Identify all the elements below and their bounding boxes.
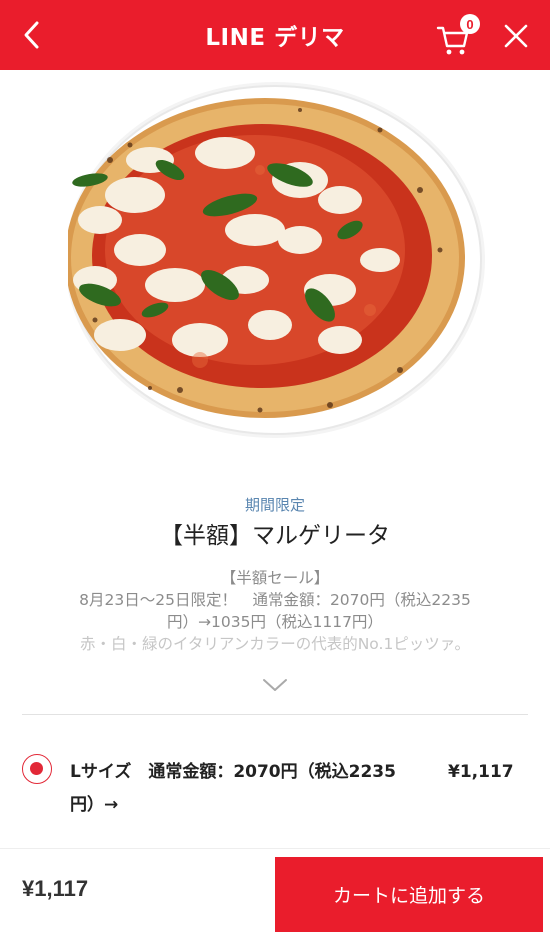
back-button[interactable]: [14, 17, 50, 53]
radio-selected-dot: [30, 762, 43, 775]
size-option-l[interactable]: Lサイズ 通常金額：2070円（税込2235 円）→ ¥1,117: [0, 740, 550, 830]
product-image: [0, 70, 550, 470]
desc-line: 赤・白・緑のイタリアンカラーの代表的No.1ピッツァ。: [79, 635, 471, 653]
size-option-price: ¥1,117: [448, 762, 514, 782]
app-header: LINE デリマ 0: [0, 0, 550, 70]
chevron-down-icon: [263, 679, 287, 691]
total-price: ¥1,117: [22, 876, 89, 901]
brand-logo: LINE デリマ: [205, 25, 345, 51]
cart-button[interactable]: 0: [436, 14, 484, 58]
chevron-left-icon: [24, 21, 39, 49]
limited-badge: 期間限定: [244, 496, 305, 514]
desc-line: 円）→1035円（税込1117円）: [167, 613, 383, 631]
footer-divider: [0, 848, 550, 849]
add-to-cart-button[interactable]: カートに追加する: [275, 857, 543, 932]
close-button[interactable]: [497, 17, 535, 55]
desc-line: 8月23日〜25日限定！ 通常金額：2070円（税込2235: [79, 591, 471, 609]
divider: [22, 714, 528, 715]
desc-line: 【半額セール】: [220, 569, 330, 587]
expand-description-button[interactable]: [261, 676, 289, 694]
close-icon: [504, 24, 528, 48]
product-title: 【半額】マルゲリータ: [160, 523, 390, 549]
size-option-label: Lサイズ 通常金額：2070円（税込2235 円）→: [70, 756, 440, 822]
cart-count-badge: 0: [460, 14, 480, 34]
size-radio[interactable]: [22, 754, 52, 784]
product-description: 【半額セール】 8月23日〜25日限定！ 通常金額：2070円（税込2235 円…: [40, 567, 510, 655]
size-option-label-line: Lサイズ 通常金額：2070円（税込2235: [70, 762, 396, 782]
size-option-label-line: 円）→: [70, 795, 119, 815]
pizza-image: [0, 70, 485, 470]
